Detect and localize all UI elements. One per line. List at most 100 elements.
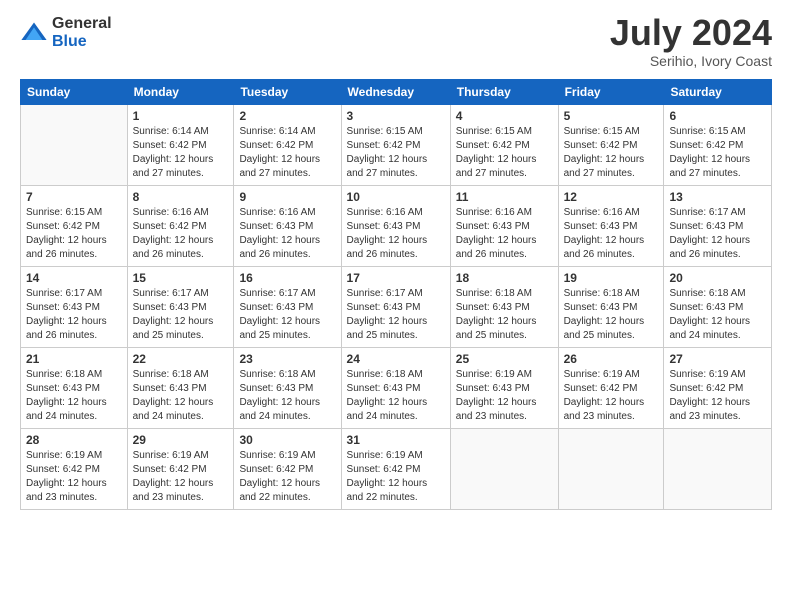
- day-info: Sunrise: 6:18 AM Sunset: 6:43 PM Dayligh…: [347, 368, 445, 424]
- calendar-week-row: 28 Sunrise: 6:19 AM Sunset: 6:42 PM Dayli…: [21, 429, 772, 510]
- calendar-cell: 12Sunrise: 6:16 AM Sunset: 6:43 PM Dayli…: [558, 186, 664, 267]
- day-info: Sunrise: 6:16 AM Sunset: 6:43 PM Dayligh…: [456, 206, 553, 262]
- day-number: 15: [133, 271, 229, 285]
- calendar-cell: 30 Sunrise: 6:19 AM Sunset: 6:42 PM Dayli…: [234, 429, 341, 510]
- calendar-cell: 9 Sunrise: 6:16 AM Sunset: 6:43 PM Daylig…: [234, 186, 341, 267]
- day-number: 8: [133, 190, 229, 204]
- day-number: 22: [133, 352, 229, 366]
- day-info: Sunrise: 6:15 AM Sunset: 6:42 PM Dayligh…: [26, 206, 122, 262]
- day-number: 1: [133, 109, 229, 123]
- calendar-week-row: 21 Sunrise: 6:18 AM Sunset: 6:43 PM Dayli…: [21, 348, 772, 429]
- header-saturday: Saturday: [664, 80, 772, 105]
- calendar-table: Sunday Monday Tuesday Wednesday Thursday…: [20, 79, 772, 510]
- calendar-cell: [558, 429, 664, 510]
- calendar-cell: 27 Sunrise: 6:19 AM Sunset: 6:42 PM Dayli…: [664, 348, 772, 429]
- calendar-cell: 17 Sunrise: 6:17 AM Sunset: 6:43 PM Dayli…: [341, 267, 450, 348]
- day-number: 10: [347, 190, 445, 204]
- day-info: Sunrise: 6:17 AM Sunset: 6:43 PM Dayligh…: [133, 287, 229, 343]
- calendar-header-row: Sunday Monday Tuesday Wednesday Thursday…: [21, 80, 772, 105]
- calendar-cell: [450, 429, 558, 510]
- day-info: Sunrise: 6:15 AM Sunset: 6:42 PM Dayligh…: [347, 125, 445, 181]
- calendar-cell: 29 Sunrise: 6:19 AM Sunset: 6:42 PM Dayli…: [127, 429, 234, 510]
- day-number: 30: [239, 433, 335, 447]
- calendar-cell: [21, 105, 128, 186]
- calendar-cell: 7 Sunrise: 6:15 AM Sunset: 6:42 PM Daylig…: [21, 186, 128, 267]
- day-info: Sunrise: 6:18 AM Sunset: 6:43 PM Dayligh…: [133, 368, 229, 424]
- day-info: Sunrise: 6:15 AM Sunset: 6:42 PM Dayligh…: [456, 125, 553, 181]
- calendar-cell: 14 Sunrise: 6:17 AM Sunset: 6:43 PM Dayli…: [21, 267, 128, 348]
- logo-icon: [20, 19, 48, 47]
- day-number: 29: [133, 433, 229, 447]
- day-info: Sunrise: 6:18 AM Sunset: 6:43 PM Dayligh…: [26, 368, 122, 424]
- calendar-cell: 15 Sunrise: 6:17 AM Sunset: 6:43 PM Dayli…: [127, 267, 234, 348]
- day-number: 14: [26, 271, 122, 285]
- day-number: 27: [669, 352, 766, 366]
- calendar-cell: 21 Sunrise: 6:18 AM Sunset: 6:43 PM Dayli…: [21, 348, 128, 429]
- day-number: 21: [26, 352, 122, 366]
- day-info: Sunrise: 6:14 AM Sunset: 6:42 PM Dayligh…: [239, 125, 335, 181]
- day-number: 7: [26, 190, 122, 204]
- calendar-cell: 10 Sunrise: 6:16 AM Sunset: 6:43 PM Dayli…: [341, 186, 450, 267]
- month-title: July 2024: [610, 15, 772, 51]
- header-tuesday: Tuesday: [234, 80, 341, 105]
- day-number: 31: [347, 433, 445, 447]
- day-info: Sunrise: 6:14 AM Sunset: 6:42 PM Dayligh…: [133, 125, 229, 181]
- calendar-cell: 16Sunrise: 6:17 AM Sunset: 6:43 PM Dayli…: [234, 267, 341, 348]
- logo-blue: Blue: [52, 33, 112, 51]
- day-number: 2: [239, 109, 335, 123]
- calendar-cell: 23Sunrise: 6:18 AM Sunset: 6:43 PM Dayli…: [234, 348, 341, 429]
- title-section: July 2024 Serihio, Ivory Coast: [610, 15, 772, 69]
- day-info: Sunrise: 6:16 AM Sunset: 6:43 PM Dayligh…: [239, 206, 335, 262]
- calendar-cell: 5 Sunrise: 6:15 AM Sunset: 6:42 PM Daylig…: [558, 105, 664, 186]
- day-info: Sunrise: 6:18 AM Sunset: 6:43 PM Dayligh…: [564, 287, 659, 343]
- day-number: 17: [347, 271, 445, 285]
- day-number: 11: [456, 190, 553, 204]
- day-number: 3: [347, 109, 445, 123]
- calendar-cell: 22 Sunrise: 6:18 AM Sunset: 6:43 PM Dayli…: [127, 348, 234, 429]
- header-monday: Monday: [127, 80, 234, 105]
- day-number: 28: [26, 433, 122, 447]
- day-info: Sunrise: 6:17 AM Sunset: 6:43 PM Dayligh…: [26, 287, 122, 343]
- calendar-week-row: 7 Sunrise: 6:15 AM Sunset: 6:42 PM Daylig…: [21, 186, 772, 267]
- header-thursday: Thursday: [450, 80, 558, 105]
- day-number: 24: [347, 352, 445, 366]
- day-info: Sunrise: 6:17 AM Sunset: 6:43 PM Dayligh…: [347, 287, 445, 343]
- calendar-cell: 3 Sunrise: 6:15 AM Sunset: 6:42 PM Daylig…: [341, 105, 450, 186]
- calendar-cell: 20 Sunrise: 6:18 AM Sunset: 6:43 PM Dayli…: [664, 267, 772, 348]
- day-info: Sunrise: 6:19 AM Sunset: 6:42 PM Dayligh…: [669, 368, 766, 424]
- logo-text: General Blue: [52, 15, 112, 50]
- day-number: 26: [564, 352, 659, 366]
- header-sunday: Sunday: [21, 80, 128, 105]
- page: General Blue July 2024 Serihio, Ivory Co…: [0, 0, 792, 612]
- day-info: Sunrise: 6:18 AM Sunset: 6:43 PM Dayligh…: [669, 287, 766, 343]
- calendar-cell: 1 Sunrise: 6:14 AM Sunset: 6:42 PM Daylig…: [127, 105, 234, 186]
- day-number: 5: [564, 109, 659, 123]
- day-info: Sunrise: 6:18 AM Sunset: 6:43 PM Dayligh…: [456, 287, 553, 343]
- calendar-week-row: 1 Sunrise: 6:14 AM Sunset: 6:42 PM Daylig…: [21, 105, 772, 186]
- day-number: 9: [239, 190, 335, 204]
- calendar-cell: 6Sunrise: 6:15 AM Sunset: 6:42 PM Daylig…: [664, 105, 772, 186]
- day-info: Sunrise: 6:19 AM Sunset: 6:42 PM Dayligh…: [347, 449, 445, 505]
- day-info: Sunrise: 6:15 AM Sunset: 6:42 PM Dayligh…: [564, 125, 659, 181]
- location: Serihio, Ivory Coast: [610, 53, 772, 69]
- header: General Blue July 2024 Serihio, Ivory Co…: [20, 15, 772, 69]
- logo: General Blue: [20, 15, 112, 50]
- day-info: Sunrise: 6:16 AM Sunset: 6:43 PM Dayligh…: [564, 206, 659, 262]
- day-info: Sunrise: 6:19 AM Sunset: 6:42 PM Dayligh…: [133, 449, 229, 505]
- logo-general: General: [52, 15, 112, 33]
- calendar-cell: 24 Sunrise: 6:18 AM Sunset: 6:43 PM Dayli…: [341, 348, 450, 429]
- day-number: 18: [456, 271, 553, 285]
- day-number: 6: [669, 109, 766, 123]
- day-number: 25: [456, 352, 553, 366]
- day-info: Sunrise: 6:16 AM Sunset: 6:43 PM Dayligh…: [347, 206, 445, 262]
- day-number: 16: [239, 271, 335, 285]
- day-number: 20: [669, 271, 766, 285]
- day-info: Sunrise: 6:19 AM Sunset: 6:42 PM Dayligh…: [239, 449, 335, 505]
- calendar-cell: 2 Sunrise: 6:14 AM Sunset: 6:42 PM Daylig…: [234, 105, 341, 186]
- day-info: Sunrise: 6:19 AM Sunset: 6:43 PM Dayligh…: [456, 368, 553, 424]
- calendar-cell: [664, 429, 772, 510]
- calendar-cell: 26Sunrise: 6:19 AM Sunset: 6:42 PM Dayli…: [558, 348, 664, 429]
- day-info: Sunrise: 6:16 AM Sunset: 6:42 PM Dayligh…: [133, 206, 229, 262]
- calendar-week-row: 14 Sunrise: 6:17 AM Sunset: 6:43 PM Dayli…: [21, 267, 772, 348]
- calendar-cell: 4Sunrise: 6:15 AM Sunset: 6:42 PM Daylig…: [450, 105, 558, 186]
